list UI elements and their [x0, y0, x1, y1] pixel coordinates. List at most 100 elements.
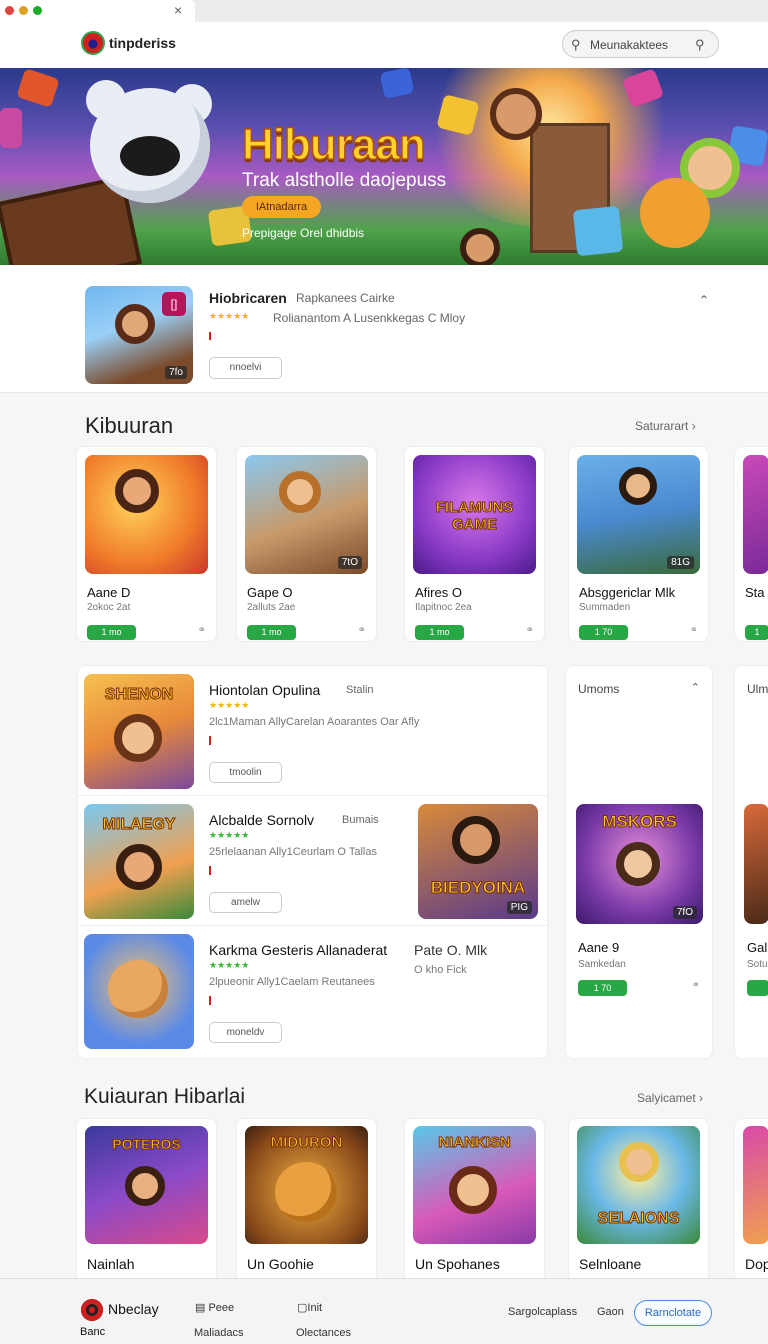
thumb-tag: 81G — [667, 556, 694, 569]
list-item-button[interactable]: moneldv — [209, 1022, 282, 1043]
home-icon[interactable] — [81, 1299, 103, 1321]
game-art-title: MIDURON — [270, 1134, 343, 1152]
list-item-title[interactable]: Karkma Gesteris Allanaderat — [209, 942, 387, 958]
list-item-button[interactable]: tmoolin — [209, 762, 282, 783]
hero-cta-button[interactable]: IAtnadarra — [242, 196, 321, 218]
game-name: Selnloane — [579, 1256, 642, 1272]
game-art: SELAIONS — [577, 1126, 700, 1244]
game-art[interactable]: MSKORS 7fO — [576, 804, 703, 924]
status-marker — [209, 332, 211, 340]
maximize-window-dot[interactable] — [33, 6, 42, 15]
list-item[interactable]: SHENON Hiontolan Opulina Stalin ★★★★★ 2l… — [78, 666, 549, 796]
close-window-dot[interactable] — [5, 6, 14, 15]
featured-game[interactable]: [] 7fo Hiobricaren Rapkanees Cairke ★★★★… — [0, 265, 768, 393]
price-pill[interactable]: 1 mo — [415, 625, 464, 640]
featured-thumbnail[interactable]: [] 7fo — [85, 286, 193, 384]
game-sub: Summaden — [579, 602, 631, 613]
featured-meta: Rolianantom A Lusenkkegas C Mloy — [273, 311, 466, 325]
share-icon[interactable]: ⚭ — [692, 980, 700, 991]
share-icon[interactable]: ⚭ — [526, 625, 534, 636]
minimize-window-dot[interactable] — [19, 6, 28, 15]
footer-link-2[interactable]: Gaon — [597, 1306, 624, 1318]
game-art: POTEROS — [85, 1126, 208, 1244]
search-input[interactable]: ⚲ Meunakaktees ⚲ — [562, 30, 719, 58]
tab-close-icon[interactable]: × — [174, 2, 182, 18]
price-pill[interactable]: 1 mo — [247, 625, 296, 640]
list-item-meta: 2lc1Maman AllyCarelan Aoarantes Oar Afly — [209, 716, 420, 728]
game-card[interactable]: 81G Absggericlar Mlk Summaden 1 70 ⚭ — [568, 446, 709, 642]
price-pill[interactable]: 1 — [745, 625, 768, 640]
thumb-tag: PIG — [506, 901, 532, 914]
see-all-link[interactable]: Saturarart › — [635, 419, 696, 433]
hero-banner[interactable]: Hiburaan Trak alstholle daojepuss IAtnad… — [0, 68, 768, 265]
nav-item-2[interactable]: ▢Init — [297, 1301, 322, 1314]
share-icon[interactable]: ⚭ — [198, 625, 206, 636]
game-card[interactable]: Dop — [734, 1118, 768, 1283]
nav-item-1[interactable]: ▤ Peee — [195, 1301, 234, 1314]
see-all-link[interactable]: Salyicamet › — [637, 1091, 703, 1105]
game-art-title: SHENON — [104, 686, 174, 704]
search-submit-icon[interactable]: ⚲ — [695, 37, 705, 53]
list-item-title[interactable]: Alcbalde Sornolv — [209, 812, 314, 828]
thumb-tag: 7fo — [165, 366, 187, 379]
price-pill[interactable]: 1 70 — [578, 980, 627, 996]
side-panel-2: Ulm Gall Sotu — [734, 665, 768, 1059]
logo-icon[interactable] — [81, 31, 105, 55]
game-card[interactable]: POTEROS Nainlah — [76, 1118, 217, 1283]
collapse-chevron-icon[interactable]: ⌃ — [691, 681, 700, 694]
collapse-chevron-icon[interactable]: ⌃ — [699, 293, 709, 307]
game-art-title: MSKORS — [602, 812, 678, 832]
list-item-button[interactable]: amelw — [209, 892, 282, 913]
game-card[interactable]: MIDURON Un Goohie — [236, 1118, 377, 1283]
game-card[interactable]: 7tO Gape O 2alluts 2ae 1 mo ⚭ — [236, 446, 377, 642]
game-art-title: BIEDYOINA — [430, 878, 526, 898]
price-pill[interactable]: 1 mo — [87, 625, 136, 640]
game-card[interactable]: SELAIONS Selnloane — [568, 1118, 709, 1283]
game-name: Nainlah — [87, 1256, 135, 1272]
rating-stars: ★★★★★ — [209, 960, 250, 970]
status-marker — [209, 996, 211, 1005]
featured-action-button[interactable]: nnoelvi — [209, 357, 282, 379]
game-card[interactable]: FILAMUNS GAME Afires O Ilapitnoc 2ea 1 m… — [404, 446, 545, 642]
share-icon[interactable]: ⚭ — [358, 625, 366, 636]
list-item-title[interactable]: Hiontolan Opulina — [209, 682, 320, 698]
game-card[interactable]: Aane D 2okoc 2at 1 mo ⚭ — [76, 446, 217, 642]
rating-stars: ★★★★★ — [209, 830, 250, 840]
footer-link-1[interactable]: Sargolcaplass — [508, 1306, 577, 1318]
bear-mouth — [120, 136, 180, 176]
list-item-meta-2: O kho Fick — [414, 964, 467, 976]
decor-cube — [572, 205, 624, 257]
side-panel: Umoms ⌃ MSKORS 7fO Aane 9 Samkedan 1 70 … — [565, 665, 713, 1059]
price-pill[interactable]: 1 70 — [579, 625, 628, 640]
see-all-label: Salyicamet — [637, 1091, 696, 1105]
game-art: 81G — [577, 455, 700, 574]
game-name: Gape O — [247, 585, 293, 600]
nav-item-1-label: Peee — [208, 1302, 235, 1314]
rating-stars: ★★★★★ — [209, 311, 250, 321]
list-item[interactable]: Karkma Gesteris Allanaderat Pate O. Mlk … — [78, 926, 549, 1056]
game-art: 7tO — [245, 455, 368, 574]
character-face — [116, 844, 162, 890]
brand-label[interactable]: Nbeclay — [108, 1301, 159, 1317]
list-item-meta: 2lpueonir Ally1Caelam Reutanees — [209, 976, 375, 988]
kid-character — [490, 88, 542, 140]
game-name: Un Spohanes — [415, 1256, 500, 1272]
featured-title[interactable]: Hiobricaren — [209, 290, 287, 306]
list-item[interactable]: MILAEGY Alcbalde Sornolv Bumais ★★★★★ 25… — [78, 796, 549, 926]
side-panel-header: Ulm — [747, 682, 768, 696]
game-card[interactable]: NIANKISN Un Spohanes — [404, 1118, 545, 1283]
game-art — [743, 455, 768, 574]
thumb-tag: 7tO — [337, 556, 362, 569]
logo-text[interactable]: tinpderiss — [109, 35, 176, 51]
list-item-category: Pate O. Mlk — [414, 942, 488, 958]
price-pill[interactable] — [747, 980, 768, 996]
game-art[interactable] — [744, 804, 768, 924]
promo-thumbnail[interactable]: BIEDYOINA PIG — [418, 804, 538, 919]
character-face — [619, 467, 657, 505]
see-all-label: Saturarart — [635, 419, 689, 433]
game-card[interactable]: Sta 1 — [734, 446, 768, 642]
browser-tab[interactable]: × — [0, 0, 195, 22]
share-icon[interactable]: ⚭ — [690, 625, 698, 636]
game-art: FILAMUNS GAME — [413, 455, 536, 574]
cta-button[interactable]: Rarnclotate — [634, 1300, 712, 1326]
